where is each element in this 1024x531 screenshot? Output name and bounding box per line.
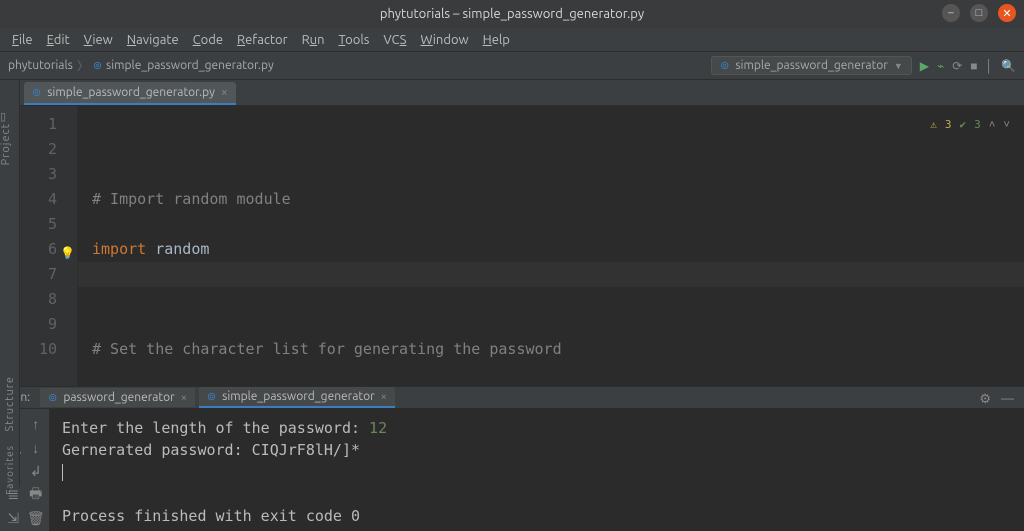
python-file-icon: ⊚ — [93, 59, 102, 72]
line-number: 10 — [20, 337, 57, 362]
chevron-up-icon: ˄ — [989, 112, 996, 137]
line-number: 5 — [20, 212, 57, 237]
breadcrumb-separator-icon: 〉 — [77, 57, 89, 74]
scroll-up-button[interactable]: ↑ — [25, 413, 48, 435]
editor-tab-bar: ⊚ simple_password_generator.py × — [20, 80, 1024, 106]
check-icon: ✔ — [960, 112, 967, 137]
menu-run[interactable]: Run — [296, 31, 331, 49]
menu-edit[interactable]: Edit — [41, 31, 76, 49]
chevron-down-icon: ˅ — [1003, 112, 1010, 137]
run-tab-label: password_generator — [63, 391, 174, 404]
menu-refactor[interactable]: Refactor — [231, 31, 294, 49]
stop-button[interactable]: ■ — [970, 59, 977, 73]
menu-code[interactable]: Code — [187, 31, 229, 49]
close-tab-button[interactable]: × — [181, 392, 187, 404]
toolbar-separator: │ — [986, 59, 994, 73]
inspection-widget[interactable]: ⚠3 ✔3 ˄ ˅ — [930, 112, 1010, 137]
line-number: 1 — [20, 112, 57, 137]
current-line-highlight — [78, 262, 1024, 287]
settings-icon[interactable]: ⚙ — [979, 392, 991, 407]
scroll-down-button[interactable]: ↓ — [25, 437, 48, 459]
intention-bulb-icon[interactable]: 💡 — [60, 241, 75, 266]
line-number: 2 — [20, 137, 57, 162]
search-everywhere-button[interactable]: 🔍 — [1001, 59, 1016, 73]
hide-panel-button[interactable]: — — [1001, 392, 1014, 407]
run-tab[interactable]: ⊚ password_generator × — [40, 388, 195, 407]
run-coverage-button[interactable]: ⟳ — [952, 59, 962, 73]
menu-window[interactable]: Window — [414, 31, 474, 49]
menu-tools[interactable]: Tools — [333, 31, 376, 49]
main-menu-bar: File Edit View Navigate Code Refactor Ru… — [0, 28, 1024, 52]
folder-icon: ▯ — [0, 111, 6, 123]
editor-gutter[interactable]: 1 2 3 4 5 6 7 8 9 10 💡 — [20, 106, 78, 386]
left-tool-stripe: ▯ Project — [0, 80, 20, 386]
editor-content[interactable]: ⚠3 ✔3 ˄ ˅ # Import random module import … — [78, 106, 1024, 386]
window-minimize-button[interactable]: – — [942, 4, 960, 22]
run-button[interactable]: ▶ — [920, 59, 929, 73]
window-title: phytutorials – simple_password_generator… — [380, 7, 644, 21]
run-panel-header: Run: ⊚ password_generator × ⊚ simple_pas… — [0, 387, 1024, 409]
pin-button[interactable]: ⇲ — [2, 507, 25, 529]
menu-file[interactable]: File — [6, 31, 39, 49]
structure-tool-button[interactable]: Structure — [4, 376, 16, 435]
line-number: 7 — [20, 262, 57, 287]
breadcrumb-project[interactable]: phytutorials — [8, 59, 73, 72]
python-file-icon: ⊚ — [48, 391, 57, 404]
run-config-name: simple_password_generator — [735, 59, 888, 72]
run-console[interactable]: Enter the length of the password: 12 Ger… — [50, 409, 1024, 531]
window-close-button[interactable]: ✕ — [998, 4, 1016, 22]
window-maximize-button[interactable]: □ — [970, 4, 988, 22]
editor-tab[interactable]: ⊚ simple_password_generator.py × — [24, 82, 236, 105]
caret — [62, 464, 63, 481]
chevron-down-icon: ▼ — [894, 61, 903, 71]
window-titlebar: phytutorials – simple_password_generator… — [0, 0, 1024, 28]
breadcrumb-file[interactable]: simple_password_generator.py — [106, 59, 274, 72]
line-number: 8 — [20, 287, 57, 312]
close-tab-button[interactable]: × — [221, 86, 228, 99]
print-button[interactable]: 🖶 — [25, 484, 48, 506]
python-file-icon: ⊚ — [32, 86, 41, 99]
editor-tab-label: simple_password_generator.py — [47, 86, 215, 99]
line-number: 3 — [20, 162, 57, 187]
soft-wrap-button[interactable]: ↲ — [25, 460, 48, 482]
menu-navigate[interactable]: Navigate — [121, 31, 185, 49]
python-file-icon: ⊚ — [207, 390, 216, 403]
project-tool-button[interactable]: ▯ Project — [0, 110, 19, 168]
favorites-tool-button[interactable]: Favorites — [4, 445, 15, 498]
menu-vcs[interactable]: VCS — [377, 31, 412, 49]
warning-icon: ⚠ — [930, 112, 937, 137]
run-tab-active[interactable]: ⊚ simple_password_generator × — [199, 387, 395, 408]
trash-button[interactable]: 🗑 — [25, 507, 48, 529]
run-config-selector[interactable]: ⊚ simple_password_generator ▼ — [711, 56, 912, 75]
python-file-icon: ⊚ — [720, 59, 729, 72]
menu-help[interactable]: Help — [477, 31, 516, 49]
breadcrumb: phytutorials 〉 ⊚ simple_password_generat… — [8, 57, 274, 74]
close-tab-button[interactable]: × — [381, 391, 387, 403]
line-number: 6 — [20, 237, 57, 262]
nav-bar: phytutorials 〉 ⊚ simple_password_generat… — [0, 52, 1024, 80]
menu-view[interactable]: View — [78, 31, 119, 49]
line-number: 9 — [20, 312, 57, 337]
debug-button[interactable]: ⌁ — [937, 59, 944, 73]
line-number: 4 — [20, 187, 57, 212]
run-tab-label: simple_password_generator — [222, 390, 375, 403]
